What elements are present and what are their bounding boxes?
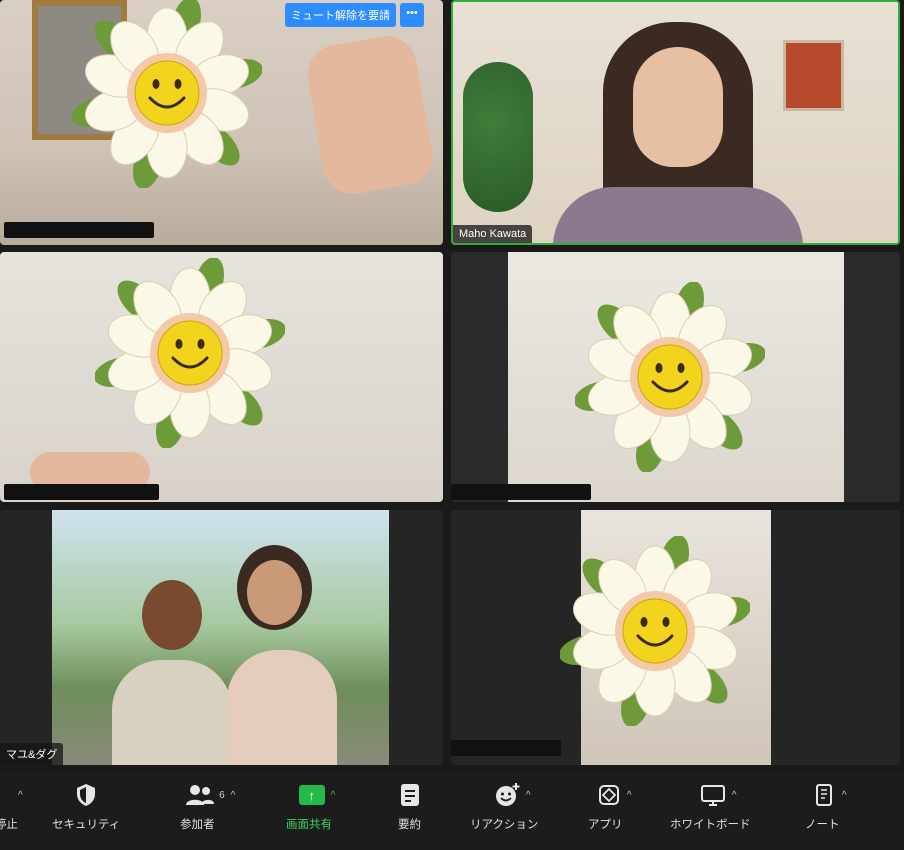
wall-art — [783, 40, 844, 111]
reactions-label: リアクション — [470, 819, 539, 831]
share-screen-icon: ↑ — [298, 785, 325, 805]
notes-button[interactable]: ^ ノート — [805, 780, 856, 832]
summary-label: 要約 — [398, 819, 421, 831]
chevron-up-icon[interactable]: ^ — [526, 790, 531, 801]
participant-name-label: マユ&ダグ — [0, 743, 64, 765]
plant — [463, 62, 533, 212]
apps-icon — [598, 785, 619, 805]
chevron-up-icon[interactable]: ^ — [231, 790, 236, 801]
whiteboard-label: ホワイトボード — [670, 819, 751, 831]
share-screen-button[interactable]: ↑ ^ 画面共有 — [286, 780, 348, 832]
people-icon — [186, 785, 215, 805]
reaction-icon — [495, 783, 520, 806]
name-label-redacted — [451, 740, 561, 756]
participants-label: 参加者 — [180, 819, 215, 831]
security-button[interactable]: セキュリティ — [52, 780, 120, 832]
daisy-sticker — [560, 536, 750, 726]
share-label: 画面共有 — [286, 819, 332, 831]
name-label-redacted — [451, 484, 591, 500]
notes-label: ノート — [805, 819, 840, 831]
chevron-up-icon[interactable]: ^ — [732, 790, 737, 801]
stop-label: 停止 — [0, 819, 18, 831]
participant-name-label: Maho Kawata — [453, 225, 533, 243]
notes-icon — [815, 784, 832, 806]
participants-button[interactable]: 6 ^ 参加者 — [180, 780, 241, 832]
apps-button[interactable]: ^ アプリ — [588, 780, 641, 832]
participant-video — [52, 510, 389, 765]
chevron-up-icon[interactable]: ^ — [842, 790, 847, 801]
video-tile-1[interactable]: ミュート解除を要請 ••• — [0, 0, 443, 245]
chevron-up-icon[interactable]: ^ — [18, 790, 23, 801]
video-tile-2[interactable]: Maho Kawata — [451, 0, 900, 245]
participant-video — [553, 22, 803, 243]
meeting-toolbar: ^ 停止 セキュリティ 6 ^ 参加者 ↑ ^ 画面共有 要約 ^ リアクション… — [0, 772, 904, 850]
shield-icon — [77, 784, 96, 806]
participants-count: 6 — [219, 789, 225, 801]
name-label-redacted — [4, 484, 159, 500]
reactions-button[interactable]: ^ リアクション — [470, 780, 554, 832]
participant-hand — [302, 31, 438, 199]
summary-icon — [400, 784, 419, 806]
daisy-sticker — [95, 258, 285, 448]
stop-video-button[interactable]: ^ 停止 — [0, 780, 23, 832]
request-unmute-button[interactable]: ミュート解除を要請 — [285, 3, 396, 27]
security-label: セキュリティ — [52, 819, 121, 831]
chevron-up-icon[interactable]: ^ — [331, 790, 336, 801]
daisy-sticker — [575, 282, 765, 472]
whiteboard-button[interactable]: ^ ホワイトボード — [670, 780, 767, 832]
more-options-button[interactable]: ••• — [400, 3, 424, 27]
daisy-sticker — [72, 0, 262, 188]
video-tile-5[interactable]: マユ&ダグ — [0, 510, 443, 765]
chevron-up-icon[interactable]: ^ — [627, 790, 632, 801]
name-label-redacted — [4, 222, 154, 238]
unmute-request-banner: ミュート解除を要請 ••• — [285, 3, 424, 27]
whiteboard-icon — [700, 785, 725, 806]
summary-button[interactable]: 要約 — [398, 780, 421, 832]
apps-label: アプリ — [588, 819, 623, 831]
